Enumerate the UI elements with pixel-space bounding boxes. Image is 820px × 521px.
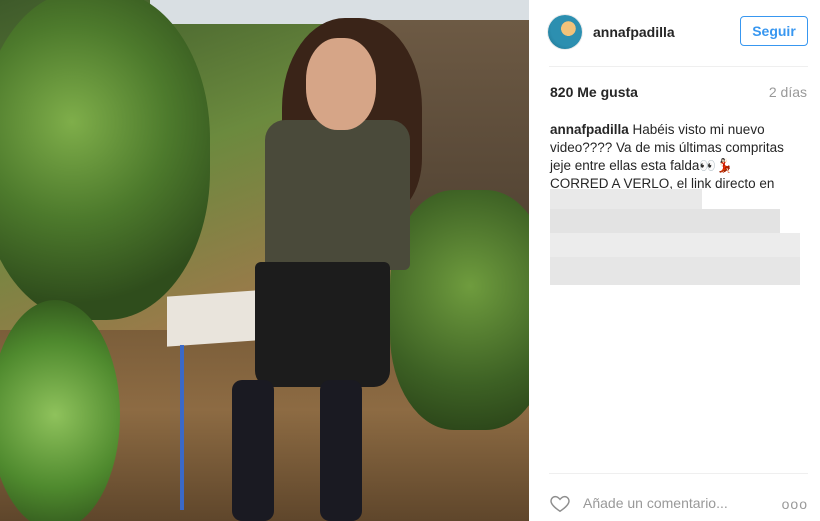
photo-leaves-left [0, 0, 210, 320]
comment-divider [549, 473, 808, 474]
likes-count[interactable]: 820 Me gusta [550, 84, 638, 100]
comment-bar: Añade un comentario... ooo [549, 488, 808, 518]
more-dots-icon[interactable]: ooo [782, 496, 808, 512]
follow-button[interactable]: Seguir [740, 16, 808, 46]
blurred-comment-block [550, 189, 800, 289]
avatar[interactable] [548, 15, 582, 49]
username-link[interactable]: annafpadilla [593, 24, 675, 40]
caption-author[interactable]: annafpadilla [550, 122, 629, 137]
post-time[interactable]: 2 días [769, 84, 807, 100]
photo-person-shirt [265, 120, 410, 270]
post-photo[interactable] [0, 0, 529, 521]
photo-person-leg [232, 380, 274, 521]
photo-person-leg [320, 380, 362, 521]
post-header: annafpadilla Seguir [548, 12, 808, 52]
header-divider [549, 66, 808, 67]
photo-person-face [306, 38, 376, 130]
post-sidebar: annafpadilla Seguir 820 Me gusta 2 días … [529, 0, 820, 521]
instagram-post-view: annafpadilla Seguir 820 Me gusta 2 días … [0, 0, 820, 521]
likes-row: 820 Me gusta 2 días [550, 84, 807, 100]
photo-leaves-right [390, 190, 529, 430]
photo-person-skirt [255, 262, 390, 387]
comment-input[interactable]: Añade un comentario... [583, 495, 728, 511]
heart-outline-icon[interactable] [549, 492, 571, 514]
